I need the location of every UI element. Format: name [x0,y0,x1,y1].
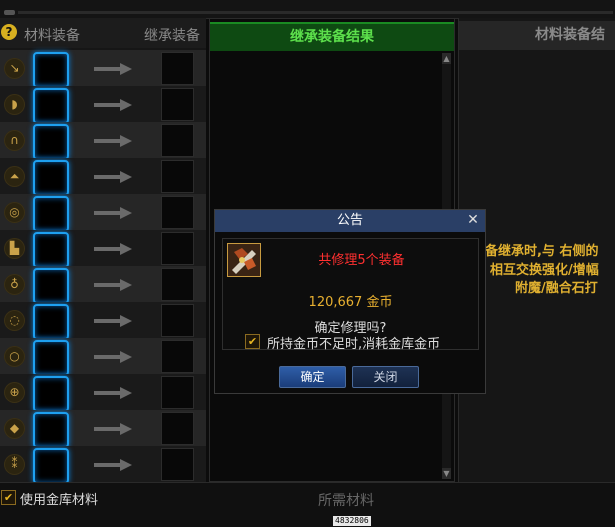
arrow-right-icon [94,423,132,435]
help-icon[interactable]: ? [1,24,17,40]
earring-icon: ⁑ [4,454,25,475]
arrow-right-icon [94,387,132,399]
material-slot[interactable] [33,340,69,376]
repair-count-text: 共修理5个装备 [318,253,405,268]
equipment-row: ⁑ [0,446,206,484]
inherit-slot[interactable] [161,448,194,481]
use-vault-gold-checkbox[interactable]: ✔ [245,334,260,349]
arrow-right-icon [94,63,132,75]
required-material-label: 所需材料 [318,493,374,509]
confirm-button[interactable]: 确定 [279,366,346,388]
use-vault-material-label: 使用金库材料 [20,493,99,508]
support-icon: ⊕ [4,382,25,403]
boots-icon: ▙ [4,238,25,259]
arrow-right-icon [94,135,132,147]
use-vault-gold-label: 所持金币不足时,消耗金库金币 [267,337,441,352]
equipment-row: ♁ [0,266,206,304]
inherit-slot[interactable] [161,160,194,193]
material-slot[interactable] [33,268,69,304]
list-header: ? 材料装备 继承装备 [0,18,206,48]
equipment-row: ◆ [0,410,206,448]
arrow-right-icon [94,351,132,363]
equipment-row: ○ [0,338,206,376]
arrow-right-icon [94,243,132,255]
material-slot[interactable] [33,412,69,448]
use-vault-material-checkbox[interactable]: ✔ [1,490,16,505]
equipment-row: ◗ [0,86,206,124]
bottom-bar: ✔ 使用金库材料 所需材料 4832806 [0,482,615,527]
close-icon[interactable]: ✕ [465,212,481,228]
gold-amount: 120,667 金币 [308,295,393,310]
material-slot[interactable] [33,124,69,160]
equipment-row: ⏶ [0,158,206,196]
arrow-right-icon [94,459,132,471]
dialog-content: 共修理5个装备 120,667 金币 确定修理吗? ✔ 所持金币不足时,消耗金库… [222,238,479,352]
code-label: 4832806 [333,516,371,526]
material-equipment-header: 材料装备 [24,28,80,44]
repair-notice-dialog: 公告 ✕ 共修理5个装备 120,667 金币 确定修理吗? ✔ 所持金币不足时… [214,209,486,394]
ring-icon: ○ [4,346,25,367]
inherit-slot[interactable] [161,88,194,121]
material-slot[interactable] [33,160,69,196]
top-scrollbar[interactable] [18,11,613,14]
equipment-row: ◌ [0,302,206,340]
equipment-row: ▙ [0,230,206,268]
necklace-icon: ♁ [4,274,25,295]
material-slot[interactable] [33,232,69,268]
scroll-down-icon[interactable]: ▼ [442,468,451,479]
inherit-result-title: 继承装备结果 [210,22,454,51]
equipment-row: ⊕ [0,374,206,412]
inherit-slot[interactable] [161,304,194,337]
inherit-slot[interactable] [161,340,194,373]
inherit-slot[interactable] [161,412,194,445]
close-button[interactable]: 关闭 [352,366,419,388]
arrow-right-icon [94,279,132,291]
material-equipment-result-title: 材料装备结 [459,21,615,50]
pants-icon: ∩ [4,130,25,151]
inherit-slot[interactable] [161,196,194,229]
equipment-list-panel: ? 材料装备 继承装备 ↘ ◗ ∩ ⏶ ◎ ▙ ♁ ◌ ○ ⊕ ◆ ⁑ [0,18,206,484]
inherit-description-line2: 相互交换强化/增幅 [490,263,599,278]
dialog-title: 公告 [215,210,485,232]
material-slot[interactable] [33,448,69,484]
material-slot[interactable] [33,52,69,88]
belt-icon: ◎ [4,202,25,223]
arrow-right-icon [94,171,132,183]
material-slot[interactable] [33,88,69,124]
shoulder-icon: ⏶ [4,166,25,187]
inherit-description-line3: 附魔/融合石打 [515,281,598,296]
inherit-equipment-header: 继承装备 [144,28,200,44]
inherit-description-line1: 备继承时,与 右侧的 [485,244,599,259]
equipment-row: ∩ [0,122,206,160]
equipment-row: ◎ [0,194,206,232]
equipment-row: ↘ [0,50,206,88]
inherit-slot[interactable] [161,376,194,409]
arrow-right-icon [94,99,132,111]
material-slot[interactable] [33,376,69,412]
arrow-right-icon [94,315,132,327]
inherit-slot[interactable] [161,268,194,301]
armor-icon: ◗ [4,94,25,115]
bracelet-icon: ◌ [4,310,25,331]
inherit-slot[interactable] [161,124,194,157]
inherit-slot[interactable] [161,52,194,85]
inherit-slot[interactable] [161,232,194,265]
material-slot[interactable] [33,304,69,340]
arrow-right-icon [94,207,132,219]
top-strip [0,0,615,19]
magic-stone-icon: ◆ [4,418,25,439]
scroll-up-icon[interactable]: ▲ [442,53,451,64]
material-slot[interactable] [33,196,69,232]
scroll-knob[interactable] [4,10,15,15]
weapon-icon: ↘ [4,58,25,79]
